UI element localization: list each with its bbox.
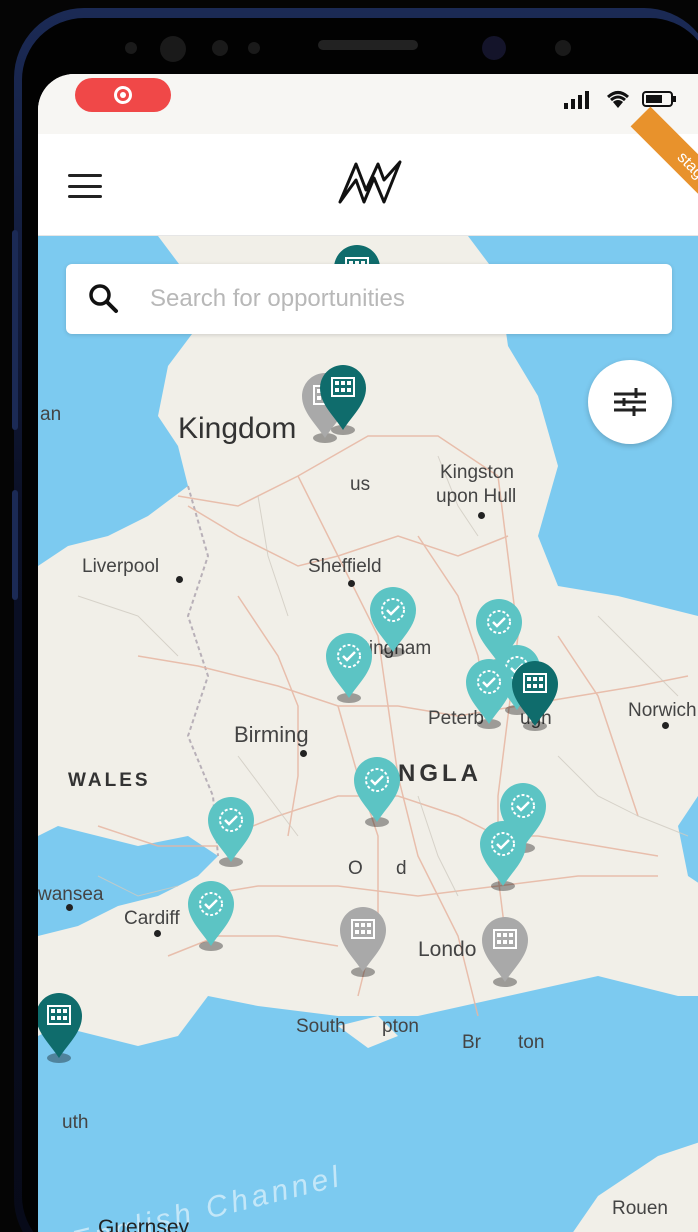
volume-button: [12, 230, 18, 430]
map-label-upon-hull: upon Hull: [436, 486, 517, 507]
map-label-oxford-end: d: [396, 858, 407, 879]
map-label-oxford-start: O: [348, 858, 363, 879]
map-pin-dark[interactable]: [38, 992, 86, 1064]
brand-logo[interactable]: [338, 160, 404, 204]
map-label-london: Londo: [418, 938, 477, 961]
map-label-southampton-start: South: [296, 1016, 346, 1037]
sensor-dot: [555, 40, 571, 56]
map-label-guernsey: Guernsey: [98, 1216, 190, 1232]
map-pin-teal[interactable]: [476, 820, 530, 892]
sensor-dot: [248, 42, 260, 54]
map-label-plymouth: uth: [62, 1112, 89, 1133]
status-icons: [564, 88, 678, 110]
city-dot-hull: [478, 512, 485, 519]
phone-device: stag an Kingdom us Kingston upon Hull Li…: [0, 0, 698, 1232]
map-pin-dark[interactable]: [508, 660, 562, 732]
record-icon: [114, 86, 132, 104]
map-label-swansea: wansea: [38, 884, 104, 905]
search-icon: [89, 284, 118, 313]
map-pin-teal[interactable]: [322, 632, 376, 704]
city-dot-liverpool: [176, 576, 183, 583]
city-dot-swansea: [66, 904, 73, 911]
city-dot-norwich: [662, 722, 669, 729]
map-pin-grey[interactable]: [478, 916, 532, 988]
sensor-dot: [212, 40, 228, 56]
app-header: stag: [38, 106, 698, 236]
filter-button[interactable]: [588, 360, 672, 444]
signal-icon: [564, 91, 589, 109]
map-label-rouen: Rouen: [612, 1198, 668, 1219]
map-pin-teal[interactable]: [350, 756, 404, 828]
record-indicator[interactable]: [75, 78, 171, 112]
map-label-wales: WALES: [68, 770, 151, 791]
map-pin-teal[interactable]: [204, 796, 258, 868]
map-label-brighton-start: Br: [462, 1032, 481, 1053]
hamburger-menu-icon[interactable]: [68, 174, 102, 198]
battery-icon: [642, 91, 676, 107]
status-bar: [38, 74, 698, 134]
sliders-icon: [614, 388, 646, 416]
bixby-button: [12, 490, 18, 600]
map-label-us: us: [350, 474, 371, 495]
sensor-dot: [125, 42, 137, 54]
wifi-icon: [606, 91, 630, 108]
front-camera-lens: [160, 36, 186, 62]
map-label-kingston: Kingston: [440, 462, 514, 483]
search-input[interactable]: [150, 285, 630, 313]
map-label-birmingham: Birming: [234, 722, 309, 747]
city-dot-birmingham: [300, 750, 307, 757]
camera-icon: [482, 36, 506, 60]
map-pin-dark[interactable]: [316, 364, 370, 436]
map-label-kingdom: Kingdom: [178, 412, 297, 445]
app-screen: stag an Kingdom us Kingston upon Hull Li…: [38, 74, 698, 1232]
map-label-sheffield: Sheffield: [308, 556, 382, 577]
earpiece-speaker: [318, 40, 418, 50]
city-dot-cardiff: [154, 930, 161, 937]
map-label-an: an: [40, 404, 62, 425]
search-bar[interactable]: [66, 264, 672, 334]
map-label-southampton-end: pton: [382, 1016, 419, 1037]
map-label-norwich: Norwich: [628, 700, 697, 721]
map-label-cardiff: Cardiff: [124, 908, 180, 929]
map-pin-teal[interactable]: [184, 880, 238, 952]
map-pin-grey[interactable]: [336, 906, 390, 978]
map-label-brighton-end: ton: [518, 1032, 545, 1053]
city-dot-sheffield: [348, 580, 355, 587]
map-label-liverpool: Liverpool: [82, 556, 160, 577]
